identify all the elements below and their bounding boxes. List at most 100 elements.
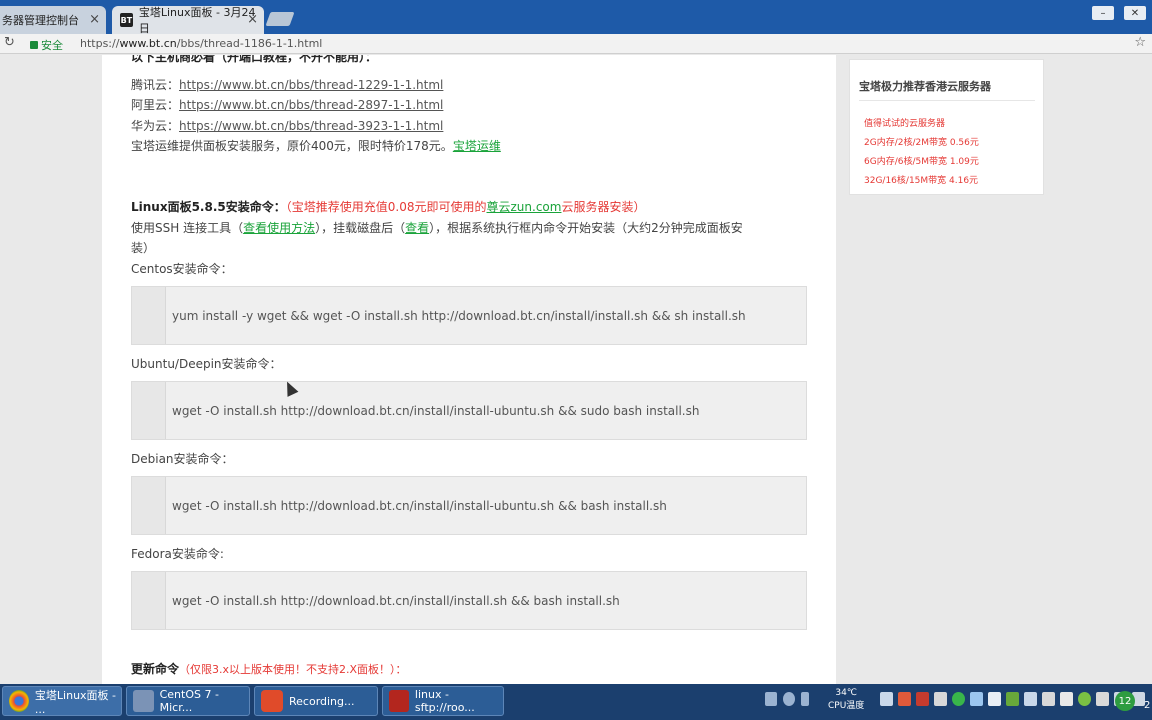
code-gutter	[132, 382, 166, 439]
tab-label: 务器管理控制台	[2, 14, 79, 27]
taskbar-label: Recording...	[289, 694, 355, 708]
install-heading-line: Linux面板5.8.5安装命令：（宝塔推荐使用充值0.08元即可使用的尊云zu…	[131, 198, 645, 215]
sidebar-link[interactable]: 值得试试的云服务器	[864, 116, 945, 129]
ubuntu-label: Ubuntu/Deepin安装命令：	[131, 357, 282, 371]
service-link[interactable]: 宝塔运维	[453, 139, 501, 153]
address-bar: ↻ 安全 https://www.bt.cn/bbs/thread-1186-1…	[0, 34, 1152, 54]
tab-server-console[interactable]: 务器管理控制台 ×	[0, 6, 106, 34]
tray-icon[interactable]	[988, 692, 1001, 706]
wechat-icon[interactable]	[952, 692, 965, 706]
minimize-icon[interactable]: –	[1092, 6, 1114, 20]
help-icon[interactable]	[783, 692, 795, 706]
code-gutter	[132, 572, 166, 629]
temp-label: CPU温度	[828, 701, 865, 711]
centos-label: Centos安装命令：	[131, 262, 233, 276]
vm-window-icon	[133, 690, 154, 712]
bookmark-star-icon[interactable]: ☆	[1134, 35, 1146, 50]
ssh-line: 使用SSH 连接工具（查看使用方法），挂载磁盘后（查看），根据系统执行框内命令开…	[131, 219, 743, 236]
new-tab-button[interactable]	[265, 12, 295, 26]
code-box-centos[interactable]: yum install -y wget && wget -O install.s…	[131, 286, 807, 345]
disk-view-link[interactable]: 查看	[405, 221, 429, 235]
chrome-icon	[9, 690, 29, 712]
tray-app-icon[interactable]	[916, 692, 929, 706]
ssh-howto-link[interactable]: 查看使用方法	[243, 221, 315, 235]
tray-arrow-icon[interactable]	[801, 692, 809, 706]
edit-icon[interactable]	[1096, 692, 1109, 706]
ubuntu-command[interactable]: wget -O install.sh http://download.bt.cn…	[172, 404, 699, 418]
close-icon[interactable]: ×	[247, 12, 258, 27]
tray-icon[interactable]	[1024, 692, 1037, 706]
ssh-pre: 使用SSH 连接工具（	[131, 221, 244, 235]
clock-edge-text: 2	[1144, 700, 1151, 711]
tray-icon[interactable]	[1078, 692, 1091, 706]
close-icon[interactable]: ×	[89, 12, 100, 27]
notification-badge[interactable]: 12	[1115, 691, 1135, 711]
reload-icon[interactable]: ↻	[4, 35, 15, 50]
lock-icon	[30, 41, 38, 49]
tray-sogou-icon[interactable]	[898, 692, 911, 706]
fedora-label: Fedora安装命令:	[131, 547, 224, 561]
sidebar-ad-box: 宝塔极力推荐香港云服务器 值得试试的云服务器 2G内存/2核/2M带宽 0.56…	[849, 59, 1044, 195]
cloud-label: 腾讯云：	[131, 78, 180, 92]
taskbar-label: linux - sftp://roo...	[414, 688, 475, 714]
cloud-line-tencent: 腾讯云：https://www.bt.cn/bbs/thread-1229-1-…	[131, 76, 443, 93]
temp-value: 34℃	[835, 688, 857, 698]
update-line: 更新命令（仅限3.x以上版本使用！不支持2.X面板！）：	[131, 660, 407, 677]
code-box-fedora[interactable]: wget -O install.sh http://download.bt.cn…	[131, 571, 807, 630]
sidebar-title: 宝塔极力推荐香港云服务器	[859, 80, 991, 93]
filezilla-icon	[389, 690, 409, 712]
ssh-mid: ），挂载磁盘后（	[315, 221, 406, 235]
browser-tab-strip: 务器管理控制台 × BT 宝塔Linux面板 - 3月24日 × – ✕	[0, 0, 1152, 35]
tray-icon[interactable]	[880, 692, 893, 706]
code-box-ubuntu[interactable]: wget -O install.sh http://download.bt.cn…	[131, 381, 807, 440]
cloud-line-aliyun: 阿里云：https://www.bt.cn/bbs/thread-2897-1-…	[131, 96, 443, 113]
window-controls: – ✕	[1092, 6, 1146, 20]
taskbar-item-recording[interactable]: Recording...	[254, 686, 378, 716]
url-path: /bbs/thread-1186-1-1.html	[176, 37, 323, 50]
update-note: （仅限3.x以上版本使用！不支持2.X面板！）：	[179, 663, 407, 676]
tray-snowflake-icon[interactable]	[970, 692, 983, 706]
tab-bt-panel[interactable]: BT 宝塔Linux面板 - 3月24日 ×	[112, 6, 264, 35]
sidebar-link[interactable]: 32G/16核/15M带宽 4.16元	[864, 173, 978, 186]
url-host: www.bt.cn	[119, 37, 177, 50]
sidebar-link[interactable]: 6G内存/6核/5M带宽 1.09元	[864, 154, 979, 167]
url-field[interactable]: https://www.bt.cn/bbs/thread-1186-1-1.ht…	[80, 37, 322, 50]
tray-icon[interactable]	[1042, 692, 1055, 706]
debian-command[interactable]: wget -O install.sh http://download.bt.cn…	[172, 499, 667, 513]
page-viewport: 以下主机商必看（开端口教程，不开不能用）： 腾讯云：https://www.bt…	[0, 55, 1152, 684]
taskbar-label: CentOS 7 - Micr...	[159, 688, 219, 714]
aliyun-link[interactable]: https://www.bt.cn/bbs/thread-2897-1-1.ht…	[179, 98, 443, 112]
tab-label: 宝塔Linux面板 - 3月24日	[138, 6, 256, 35]
secure-label: 安全	[41, 39, 63, 52]
ssh-post: ），根据系统执行框内命令开始安装（大约2分钟完成面板安	[429, 221, 743, 235]
update-heading: 更新命令	[131, 662, 180, 676]
taskbar-label: 宝塔Linux面板 - ...	[34, 688, 117, 716]
cloud-line-huawei: 华为云：https://www.bt.cn/bbs/thread-3923-1-…	[131, 117, 443, 134]
nvidia-icon[interactable]	[1006, 692, 1019, 706]
huawei-link[interactable]: https://www.bt.cn/bbs/thread-3923-1-1.ht…	[179, 119, 443, 133]
cpu-temperature[interactable]: 34℃ CPU温度	[828, 687, 864, 713]
code-box-debian[interactable]: wget -O install.sh http://download.bt.cn…	[131, 476, 807, 535]
zun-link[interactable]: 尊云zun.com	[487, 200, 562, 214]
code-gutter	[132, 477, 166, 534]
taskbar-item-chrome[interactable]: 宝塔Linux面板 - ...	[2, 686, 122, 716]
cut-heading: 以下主机商必看（开端口教程，不开不能用）：	[131, 55, 378, 64]
code-gutter	[132, 287, 166, 344]
fedora-command[interactable]: wget -O install.sh http://download.bt.cn…	[172, 594, 620, 608]
debian-label: Debian安装命令：	[131, 452, 234, 466]
sidebar-link[interactable]: 2G内存/2核/2M带宽 0.56元	[864, 135, 979, 148]
tencent-link[interactable]: https://www.bt.cn/bbs/thread-1229-1-1.ht…	[179, 78, 443, 92]
tray-user-icon[interactable]	[934, 692, 947, 706]
taskbar-item-filezilla[interactable]: linux - sftp://roo...	[382, 686, 504, 716]
taskbar-item-vmware[interactable]: CentOS 7 - Micr...	[126, 686, 250, 716]
system-tray-right	[880, 692, 1145, 706]
install-heading: Linux面板5.8.5安装命令：	[131, 200, 286, 214]
centos-command[interactable]: yum install -y wget && wget -O install.s…	[172, 309, 746, 323]
close-window-icon[interactable]: ✕	[1124, 6, 1146, 20]
keyboard-icon[interactable]	[765, 692, 777, 706]
secure-indicator[interactable]: 安全	[30, 37, 63, 53]
system-tray-left	[765, 692, 809, 706]
ssh-wrap: 装）	[131, 241, 156, 255]
flag-icon[interactable]	[1060, 692, 1073, 706]
cloud-label: 华为云：	[131, 119, 180, 133]
